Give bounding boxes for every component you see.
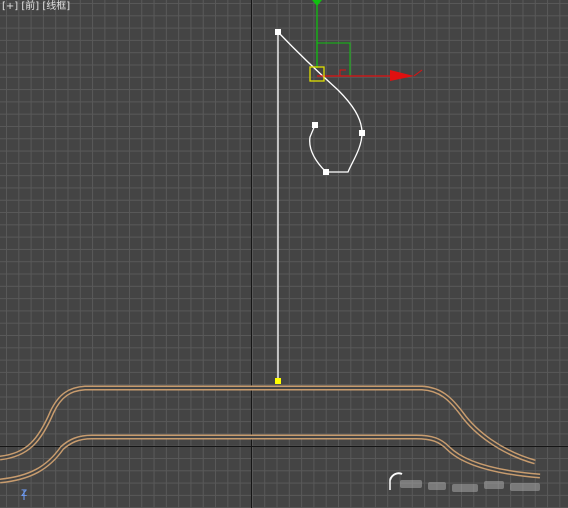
watermark-logo (388, 470, 548, 500)
gizmo-center-handle[interactable] (309, 66, 325, 82)
gizmo-y-arrowhead[interactable] (312, 0, 322, 6)
front-viewport[interactable]: [+] [前] [线框] Z (0, 0, 568, 508)
watermark-glyph (510, 483, 540, 491)
move-gizmo-icon[interactable] (309, 0, 423, 82)
watermark-glyph (428, 482, 446, 490)
axis-z-label: Z (21, 489, 28, 499)
spline-vertex[interactable] (275, 29, 281, 35)
gizmo-x-label-mark (413, 69, 423, 77)
watermark-glyph (452, 484, 478, 492)
spline-vertex[interactable] (359, 130, 365, 136)
spline-vertex[interactable] (323, 169, 329, 175)
watermark-glyph (400, 480, 422, 488)
scene-canvas[interactable] (0, 0, 568, 508)
gizmo-x-arrowhead[interactable] (390, 70, 414, 81)
gizmo-plane-xy-outline[interactable] (317, 42, 351, 76)
spline-first-vertex[interactable] (275, 378, 281, 384)
watermark-glyph (484, 481, 504, 489)
selected-spline[interactable] (275, 29, 365, 384)
spline-segment-curve[interactable] (277, 31, 363, 173)
spline-vertex[interactable] (312, 122, 318, 128)
gizmo-x-plane-corner (339, 69, 346, 76)
